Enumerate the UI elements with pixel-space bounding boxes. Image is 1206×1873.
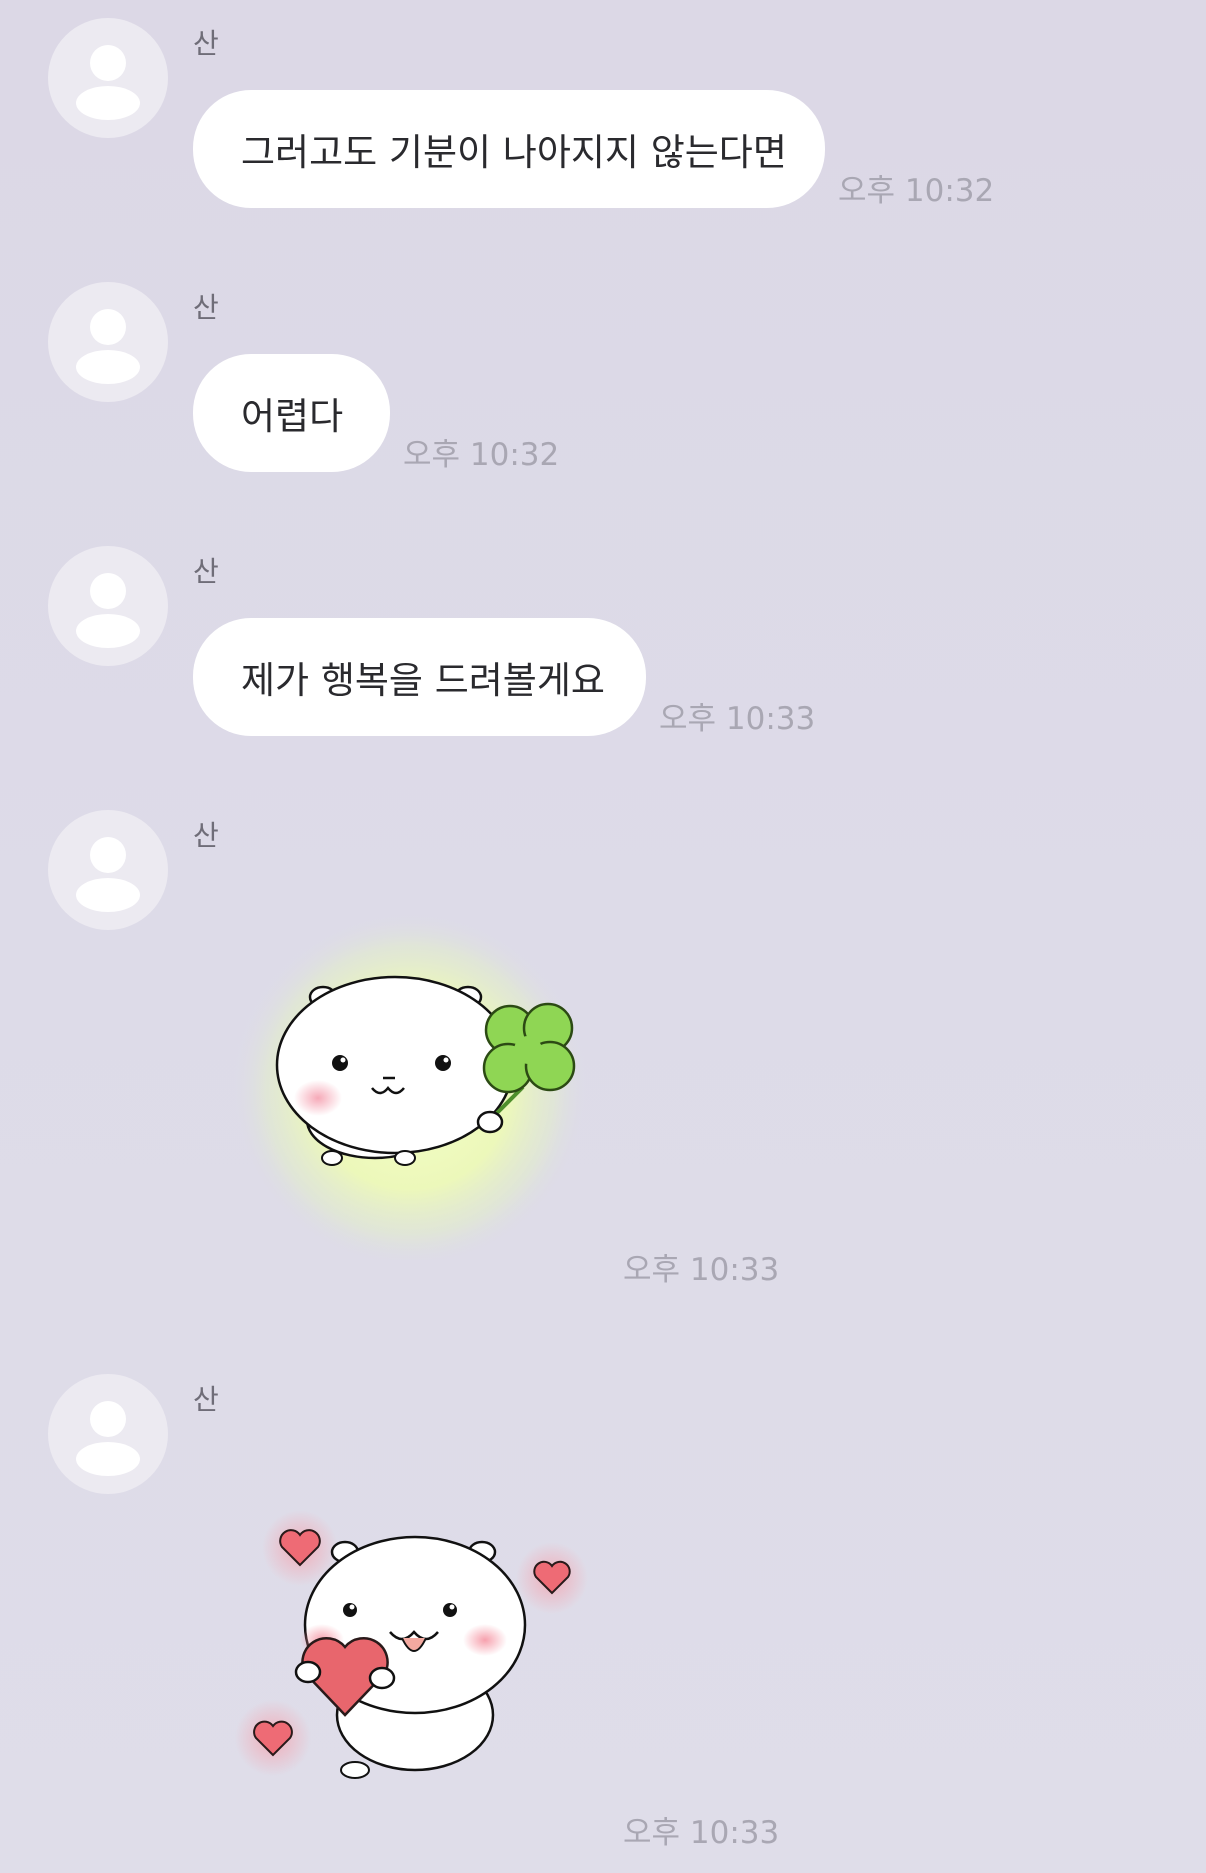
message-bubble[interactable]: 어렵다 [193, 354, 390, 472]
sender-name: 산 [193, 819, 219, 852]
hamster-holding-heart-sticker[interactable] [220, 1480, 600, 1800]
sender-name: 산 [193, 1383, 219, 1416]
avatar-default-icon [90, 45, 126, 81]
avatar[interactable] [48, 810, 168, 930]
message-bubble[interactable]: 제가 행복을 드려볼게요 [193, 618, 646, 736]
message-time: 오후 10:33 [623, 1815, 780, 1851]
sender-name: 산 [193, 27, 219, 60]
avatar-default-icon [90, 573, 126, 609]
avatar-default-icon [90, 837, 126, 873]
message-time: 오후 10:33 [659, 701, 816, 737]
message-time: 오후 10:32 [403, 437, 560, 473]
avatar[interactable] [48, 1374, 168, 1494]
avatar-default-icon [90, 309, 126, 345]
avatar[interactable] [48, 18, 168, 138]
avatar[interactable] [48, 282, 168, 402]
avatar-default-icon [90, 1401, 126, 1437]
sender-name: 산 [193, 555, 219, 588]
hamster-holding-clover-sticker[interactable] [200, 900, 620, 1260]
message-time: 오후 10:32 [838, 173, 995, 209]
message-bubble[interactable]: 그러고도 기분이 나아지지 않는다면 [193, 90, 825, 208]
sender-name: 산 [193, 291, 219, 324]
chat-room[interactable]: 산 그러고도 기분이 나아지지 않는다면 오후 10:32 산 어렵다 오후 1… [0, 0, 1206, 1873]
message-time: 오후 10:33 [623, 1252, 780, 1288]
avatar[interactable] [48, 546, 168, 666]
